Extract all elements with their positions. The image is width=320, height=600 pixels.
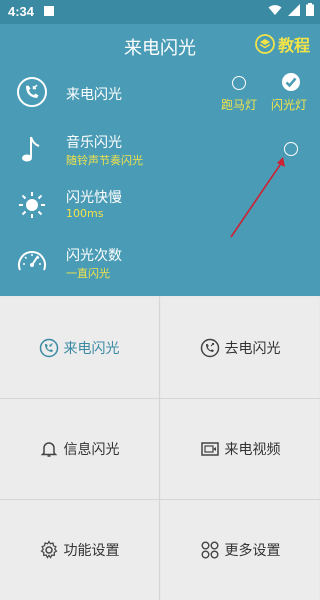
grid-divider xyxy=(159,296,160,600)
grid-divider xyxy=(0,499,320,500)
settings-panel: 来电闪光 跑马灯 闪光灯 音乐闪光 随铃声节奏闪光 闪光快慢 100ms 闪光次… xyxy=(0,64,320,296)
tutorial-label: 教程 xyxy=(277,36,310,55)
annotation-arrow-icon xyxy=(230,157,285,238)
menu-grid: 来电闪光 去电闪光 信息闪光 来电视频 功能设置 更多设置 xyxy=(0,296,320,600)
app-header: 来电闪光 教程 xyxy=(0,24,320,64)
menu-label: 信息闪光 xyxy=(63,442,120,458)
status-icons xyxy=(268,3,314,16)
gear-icon xyxy=(39,540,59,560)
menu-outgoing-flash[interactable]: 去电闪光 xyxy=(161,298,319,398)
layers-icon xyxy=(255,34,275,54)
wifi-icon xyxy=(268,4,282,15)
phone-out-icon xyxy=(200,338,220,358)
menu-label: 更多设置 xyxy=(224,543,281,559)
battery-icon xyxy=(306,3,314,16)
menu-incoming-video[interactable]: 来电视频 xyxy=(161,399,319,499)
status-time: 4:34 xyxy=(8,4,35,19)
menu-function-settings[interactable]: 功能设置 xyxy=(0,500,158,600)
status-bar: 4:34 xyxy=(0,0,320,24)
menu-label: 去电闪光 xyxy=(224,341,281,357)
menu-more-settings[interactable]: 更多设置 xyxy=(161,500,319,600)
bell-icon xyxy=(39,439,59,459)
notification-icon xyxy=(44,6,54,16)
more-icon xyxy=(200,540,220,560)
menu-label: 功能设置 xyxy=(63,543,120,559)
menu-incoming-flash[interactable]: 来电闪光 xyxy=(0,298,158,398)
phone-in-icon xyxy=(39,338,59,358)
menu-label: 来电视频 xyxy=(224,442,281,458)
video-icon xyxy=(200,439,220,459)
menu-message-flash[interactable]: 信息闪光 xyxy=(0,399,158,499)
grid-divider xyxy=(0,398,320,399)
signal-icon xyxy=(288,3,300,16)
menu-label: 来电闪光 xyxy=(63,341,120,357)
tutorial-button[interactable]: 教程 xyxy=(255,32,310,56)
